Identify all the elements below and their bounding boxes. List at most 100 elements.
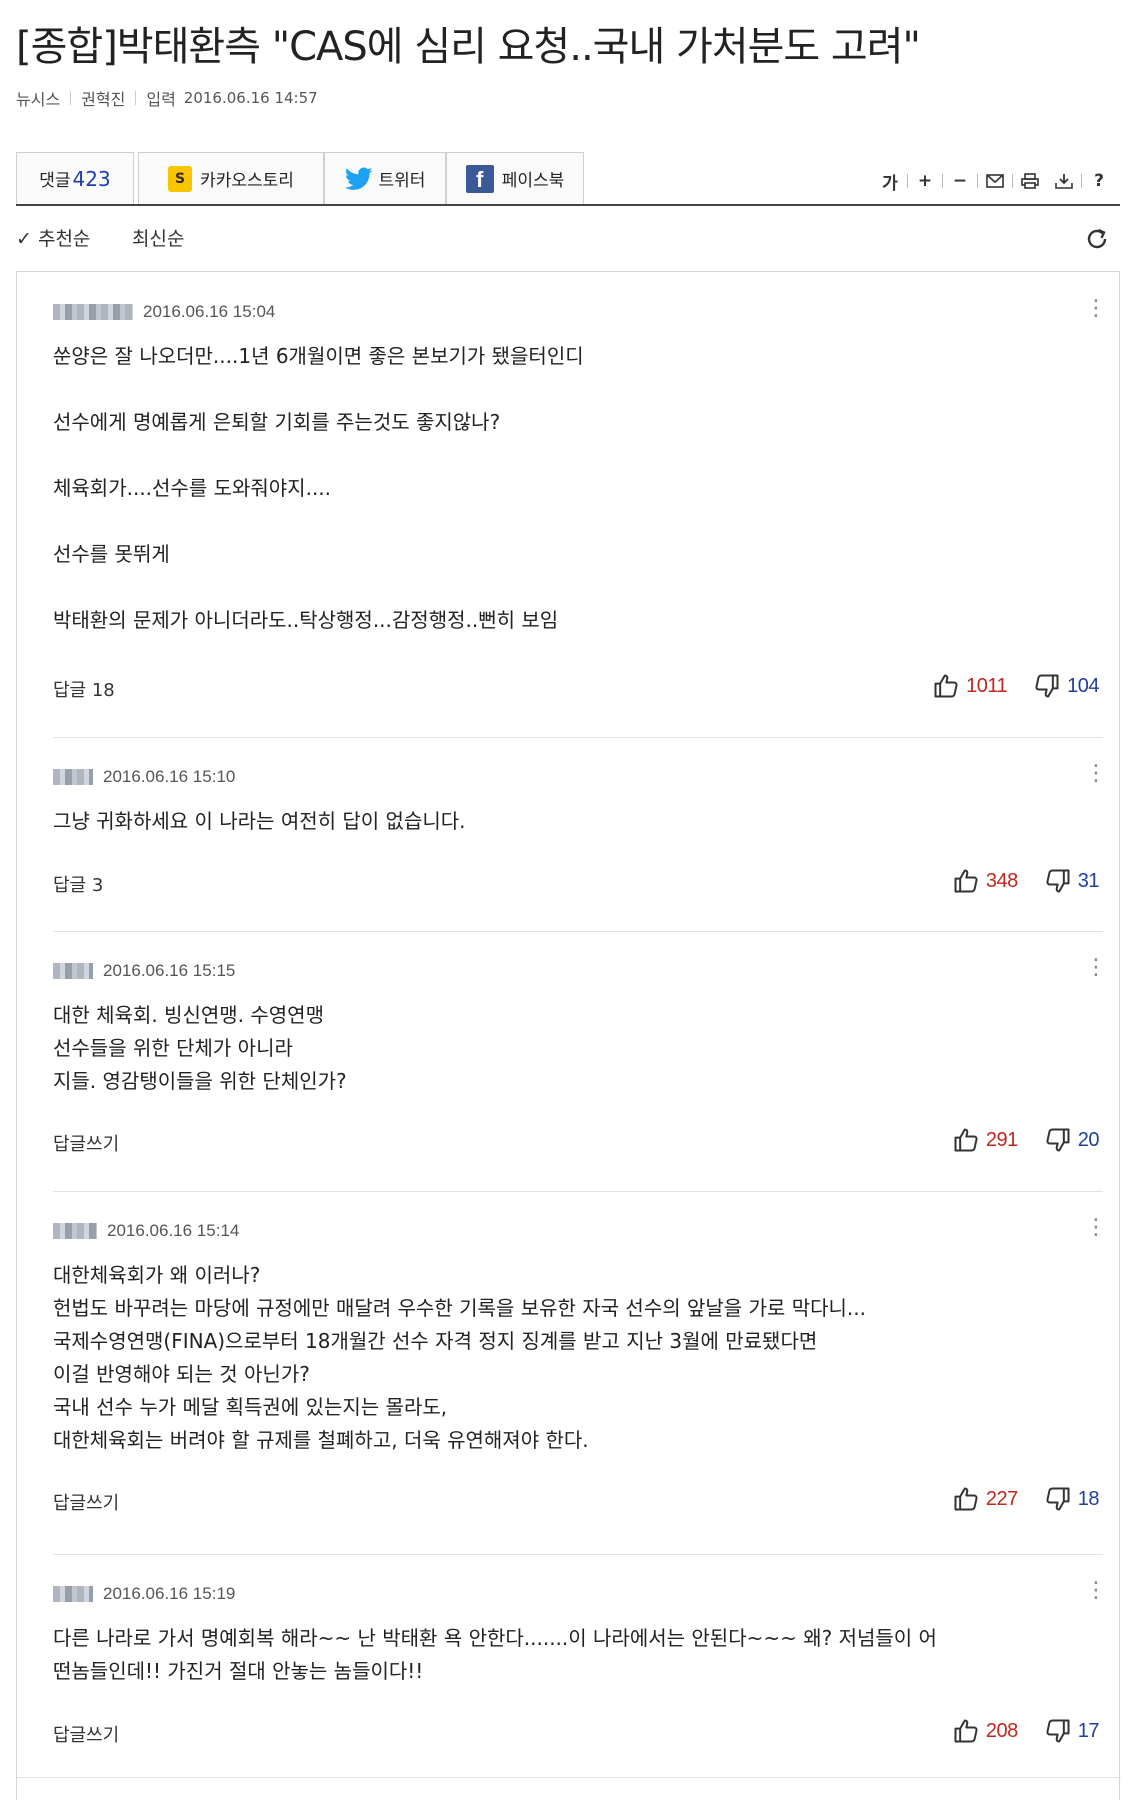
print-icon[interactable] [1013,170,1047,192]
source-name[interactable]: 뉴시스 [16,86,60,110]
comment-line: 헌법도 바꾸려는 마당에 규정에만 매달려 우수한 기록을 보유한 자국 선수의… [53,1296,866,1320]
comment-header: 2016.06.16 15:15 [53,959,235,983]
email-icon[interactable] [978,170,1012,192]
dislike-count: 31 [1077,869,1100,892]
article-headline: [종합]박태환측 "CAS에 심리 요청..국내 가처분도 고려" [16,24,921,70]
comment-label: 댓글 [39,171,71,191]
comment-line: 대한체육회는 버려야 할 규제를 철폐하고, 더욱 유연해져야 한다. [53,1428,589,1452]
kakaostory-share-button[interactable]: S 카카오스토리 [138,152,324,204]
help-button[interactable]: ? [1082,170,1116,192]
thumbs-up-icon[interactable] [952,1717,980,1745]
thumbs-up-icon[interactable] [952,1485,980,1513]
comment-divider [53,1554,1103,1555]
reply-button[interactable]: 답글쓰기 [53,1489,119,1515]
thumbs-up-icon[interactable] [952,1126,980,1154]
comment-date: 2016.06.16 15:14 [107,1221,240,1240]
reporter-name[interactable]: 권혁진 [81,86,125,110]
comment-divider [53,931,1103,932]
reply-button[interactable]: 답글 3 [53,871,103,897]
twitter-label: 트위터 [378,171,426,191]
comment-divider [17,1777,1121,1778]
dislike-count: 18 [1077,1487,1100,1510]
reply-button[interactable]: 답글 18 [53,676,115,702]
comment-footer: 답글쓰기 291 20 [53,1126,1100,1156]
thumbs-down-icon[interactable] [1044,1717,1072,1745]
vote-area: 1011 104 [932,672,1099,700]
thumbs-down-icon[interactable] [1044,867,1072,895]
font-style-button[interactable]: 가 [873,170,907,194]
author-name-blurred [53,963,93,979]
facebook-label: 페이스북 [501,171,565,191]
comment-line: 대한 체육회. 빙신연맹. 수영연맹 [53,1003,324,1027]
comment-line: 쑨양은 잘 나오더만....1년 6개월이면 좋은 본보기가 됐을터인디 [53,344,584,368]
comment-body: 그냥 귀화하세요 이 나라는 여전히 답이 없습니다. [53,805,1133,838]
comment-count-button[interactable]: 댓글 423 [16,152,134,204]
dislike-count: 17 [1077,1719,1100,1742]
thumbs-up-icon[interactable] [932,672,960,700]
thumbs-down-icon[interactable] [1033,672,1061,700]
more-options-icon[interactable]: ⋮ [1085,1217,1107,1239]
article-tools: 가 + − ? [873,170,1116,194]
comment-date: 2016.06.16 15:04 [143,302,276,321]
vote-area: 208 17 [952,1717,1100,1745]
author-name-blurred [53,304,133,320]
more-options-icon[interactable]: ⋮ [1085,957,1107,979]
font-decrease-button[interactable]: − [943,170,977,192]
like-count: 348 [985,869,1018,892]
comment-body: 대한 체육회. 빙신연맹. 수영연맹 선수들을 위한 단체가 아니라 지들. 영… [53,999,1133,1098]
vote-area: 227 18 [952,1485,1100,1513]
author-name-blurred [53,769,93,785]
comment-line: 선수에게 명예롭게 은퇴할 기회를 주는것도 좋지않나? [53,410,501,434]
comment-date: 2016.06.16 15:15 [103,961,236,980]
comment-line: 국제수영연맹(FINA)으로부터 18개월간 선수 자격 정지 징계를 받고 지… [53,1329,818,1353]
comment-date: 2016.06.16 15:10 [103,767,236,786]
comment-header: 2016.06.16 15:14 [53,1219,239,1243]
twitter-bird-icon [344,166,373,190]
thumbs-down-icon[interactable] [1044,1126,1072,1154]
font-increase-button[interactable]: + [908,170,942,192]
refresh-icon[interactable] [1084,226,1110,259]
like-count: 291 [985,1128,1018,1151]
comment-header: 2016.06.16 15:10 [53,765,235,789]
like-count: 1011 [966,674,1008,697]
more-options-icon[interactable]: ⋮ [1085,298,1107,320]
comment-footer: 답글 3 348 31 [53,867,1100,897]
comment-divider [53,737,1103,738]
comment-count: 423 [72,166,111,191]
kakaostory-label: 카카오스토리 [200,171,294,191]
comment-line: 다른 나라로 가서 명예회복 해라~~ 난 박태환 욕 안한다.......이 … [53,1626,937,1650]
kakaostory-icon: S [168,165,193,192]
thumbs-up-icon[interactable] [952,867,980,895]
comment-footer: 답글 18 1011 104 [53,672,1099,702]
article-date: 2016.06.16 14:57 [183,89,318,107]
more-options-icon[interactable]: ⋮ [1085,1580,1107,1602]
divider [135,91,137,105]
more-options-icon[interactable]: ⋮ [1085,763,1107,785]
comment-line: 이걸 반영해야 되는 것 아닌가? [53,1362,310,1386]
comment-sort-bar: ✓ 추천순 최신순 [16,218,1120,270]
comment-line: 박태환의 문제가 아니더라도..탁상행정...감정행정..뻔히 보임 [53,608,559,632]
divider [70,91,72,105]
comment-line: 그냥 귀화하세요 이 나라는 여전히 답이 없습니다. [53,809,466,833]
comment-header: 2016.06.16 15:19 [53,1582,235,1606]
like-count: 227 [985,1487,1018,1510]
twitter-share-button[interactable]: 트위터 [324,152,446,204]
thumbs-down-icon[interactable] [1044,1485,1072,1513]
comment-line: 선수들을 위한 단체가 아니라 [53,1036,293,1060]
share-toolbar: 댓글 423 S 카카오스토리 트위터 f 페이스북 가 + − ? [16,152,1120,206]
sort-recommended-tab[interactable]: ✓ 추천순 [16,224,90,251]
comment-line: 떤놈들인데!! 가진거 절대 안놓는 놈들이다!! [53,1659,424,1683]
comment-footer: 답글쓰기 227 18 [53,1485,1100,1515]
comment-body: 쑨양은 잘 나오더만....1년 6개월이면 좋은 본보기가 됐을터인디 선수에… [53,340,1133,637]
sort-latest-tab[interactable]: 최신순 [132,224,184,251]
comment-divider [53,1191,1103,1192]
author-name-blurred [53,1586,93,1602]
facebook-icon: f [465,164,494,193]
like-count: 208 [985,1719,1018,1742]
reply-button[interactable]: 답글쓰기 [53,1721,119,1747]
facebook-share-button[interactable]: f 페이스북 [446,152,584,204]
reply-button[interactable]: 답글쓰기 [53,1130,119,1156]
download-icon[interactable] [1047,170,1081,192]
author-name-blurred [53,1223,97,1239]
comment-line: 지들. 영감탱이들을 위한 단체인가? [53,1069,347,1093]
